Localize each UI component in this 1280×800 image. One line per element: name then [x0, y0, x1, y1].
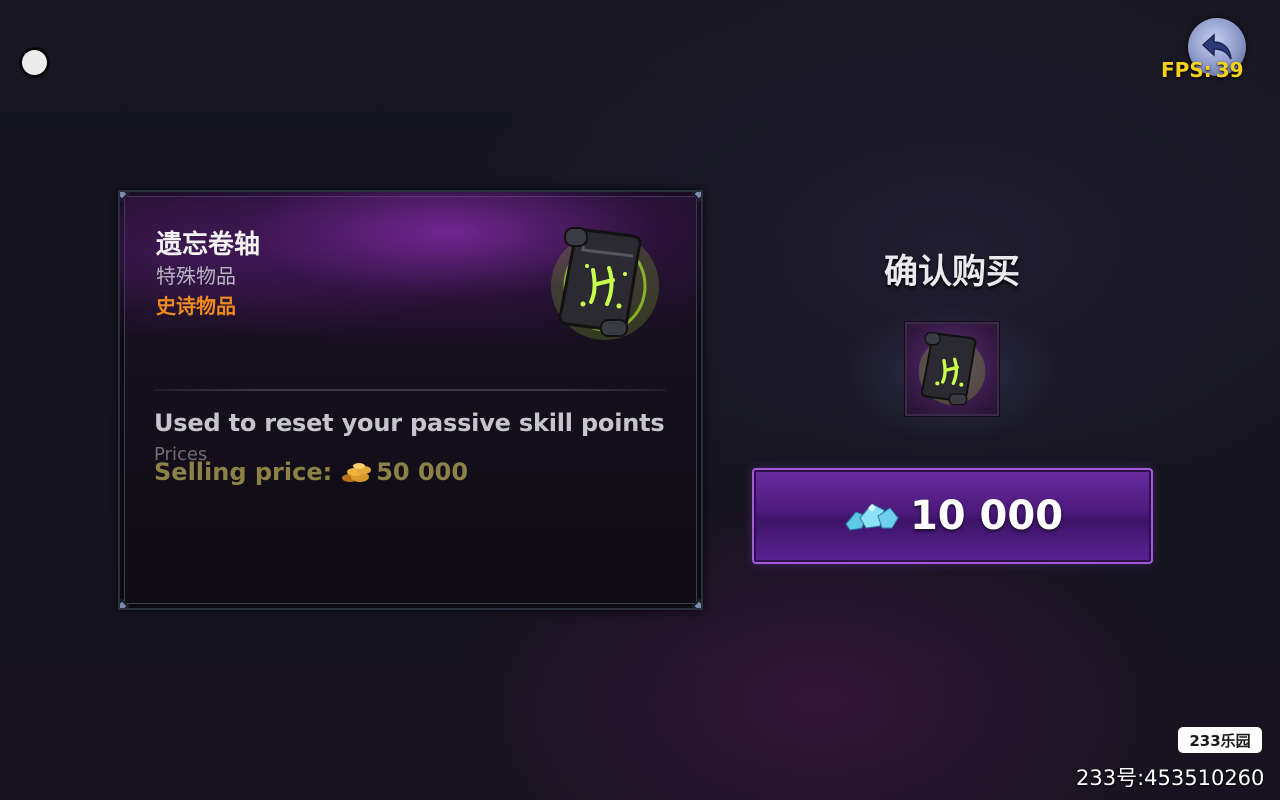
confirm-purchase-title: 确认购买	[884, 252, 1020, 292]
white-dot-icon[interactable]	[22, 50, 47, 75]
item-info-card: 遗忘卷轴 特殊物品 史诗物品 Used to reset your passiv…	[118, 190, 703, 610]
fps-value: 39	[1215, 58, 1244, 82]
fps-label: FPS:	[1161, 58, 1212, 82]
item-name: 遗忘卷轴	[156, 230, 261, 260]
scroll-icon	[918, 331, 986, 406]
item-rarity: 史诗物品	[156, 294, 236, 318]
scroll-icon	[551, 227, 659, 340]
watermark-logo: 233乐园	[1178, 727, 1262, 753]
watermark-id: 233号:453510260	[1076, 766, 1265, 790]
item-description: Used to reset your passive skill points	[154, 409, 665, 437]
card-corner-ornament	[120, 598, 130, 608]
card-corner-ornament	[691, 598, 701, 608]
fps-counter: FPS: 39	[1161, 58, 1244, 82]
card-divider	[154, 389, 666, 391]
shop-confirm-screen: FPS: 39 遗忘卷轴 特殊物品 史诗物品 Used to reset your…	[0, 0, 1280, 800]
buy-price: 10 000	[909, 493, 1064, 539]
gold-coins-icon	[342, 463, 372, 482]
selling-price-label: Selling price:	[154, 458, 333, 486]
selling-price-row: Selling price: 50 000	[154, 458, 468, 486]
item-type: 特殊物品	[156, 264, 236, 288]
buy-button[interactable]: 10 000	[752, 468, 1153, 564]
item-slot	[905, 322, 999, 416]
crystal-gems-icon	[845, 503, 899, 531]
selling-price-value: 50 000	[376, 458, 469, 486]
